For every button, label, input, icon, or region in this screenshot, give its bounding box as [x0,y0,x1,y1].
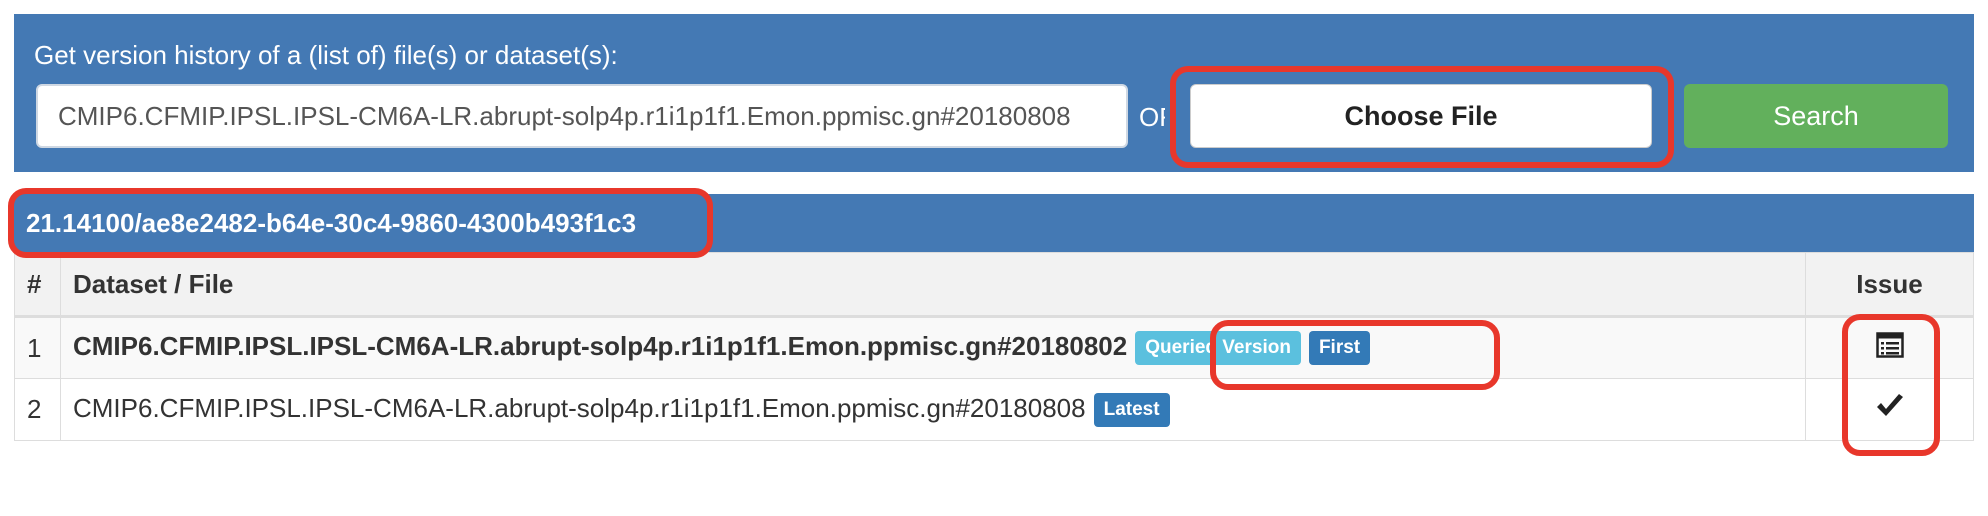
first-version-badge: First [1308,331,1371,365]
checkmark-icon [1875,393,1905,426]
issue-cell [1805,316,1974,379]
dataset-id[interactable]: CMIP6.CFMIP.IPSL.IPSL-CM6A-LR.abrupt-sol… [73,393,1086,423]
table-header-row: # Dataset / File Issue [14,252,1974,318]
result-pid[interactable]: 21.14100/ae8e2482-b64e-30c4-9860-4300b49… [26,208,636,239]
column-header-issue: Issue [1805,252,1974,318]
or-label: OR [1139,102,1165,132]
dataset-cell: CMIP6.CFMIP.IPSL.IPSL-CM6A-LR.abrupt-sol… [60,316,1806,379]
list-icon[interactable] [1875,332,1904,365]
pid-search-input[interactable] [36,84,1128,148]
table-row: 2 CMIP6.CFMIP.IPSL.IPSL-CM6A-LR.abrupt-s… [14,378,1974,441]
dataset-id[interactable]: CMIP6.CFMIP.IPSL.IPSL-CM6A-LR.abrupt-sol… [73,331,1127,361]
search-prompt: Get version history of a (list of) file(… [34,40,618,70]
row-number: 2 [14,378,61,441]
latest-version-badge: Latest [1093,392,1170,427]
table-row: 1 CMIP6.CFMIP.IPSL.IPSL-CM6A-LR.abrupt-s… [14,316,1974,379]
row-number: 1 [14,316,61,379]
issue-cell [1805,378,1974,441]
queried-version-badge: Queried Version [1135,331,1301,365]
result-pid-header: 21.14100/ae8e2482-b64e-30c4-9860-4300b49… [14,194,1974,252]
choose-file-button[interactable]: Choose File [1190,84,1652,148]
column-header-dataset: Dataset / File [60,252,1806,318]
search-button[interactable]: Search [1684,84,1948,148]
version-history-table: # Dataset / File Issue 1 CMIP6.CFMIP.IPS… [14,252,1974,441]
dataset-cell: CMIP6.CFMIP.IPSL.IPSL-CM6A-LR.abrupt-sol… [60,378,1806,441]
column-header-num: # [14,252,61,318]
search-panel: Get version history of a (list of) file(… [14,14,1974,172]
